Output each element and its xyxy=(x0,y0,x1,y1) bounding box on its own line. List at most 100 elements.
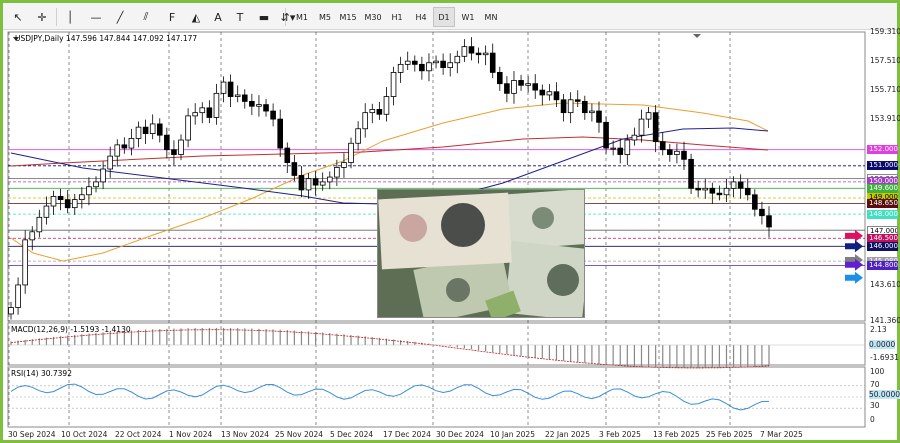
candle[interactable] xyxy=(511,80,517,94)
candle[interactable] xyxy=(199,107,206,114)
candle[interactable] xyxy=(759,208,765,217)
candle[interactable] xyxy=(156,123,163,136)
candle[interactable] xyxy=(419,63,425,72)
candle[interactable] xyxy=(567,99,574,114)
candle[interactable] xyxy=(319,181,326,186)
candle[interactable] xyxy=(348,142,354,163)
candle[interactable] xyxy=(142,126,149,134)
candle[interactable] xyxy=(206,107,213,118)
candle[interactable] xyxy=(497,72,503,85)
candle[interactable] xyxy=(355,128,361,144)
candle[interactable] xyxy=(617,147,624,155)
candle[interactable] xyxy=(121,144,128,149)
candle[interactable] xyxy=(185,115,191,141)
candle[interactable] xyxy=(667,149,673,155)
candle[interactable] xyxy=(659,141,666,151)
candle[interactable] xyxy=(362,112,369,130)
candle[interactable] xyxy=(560,99,567,114)
candle[interactable] xyxy=(192,112,198,117)
candle[interactable] xyxy=(8,307,14,315)
candle[interactable] xyxy=(107,155,113,170)
candle[interactable] xyxy=(71,199,78,209)
candle[interactable] xyxy=(652,112,659,143)
candle[interactable] xyxy=(454,55,461,64)
candle[interactable] xyxy=(525,83,531,86)
candle[interactable] xyxy=(149,123,156,134)
candle[interactable] xyxy=(36,216,43,233)
candle[interactable] xyxy=(15,284,21,308)
candle[interactable] xyxy=(645,112,652,120)
candle[interactable] xyxy=(213,92,220,118)
candle[interactable] xyxy=(433,60,439,64)
candle[interactable] xyxy=(638,118,645,136)
candle[interactable] xyxy=(695,187,701,191)
candle[interactable] xyxy=(326,176,333,183)
candle[interactable] xyxy=(128,138,135,149)
candle[interactable] xyxy=(723,187,730,196)
candle[interactable] xyxy=(624,139,631,155)
candle[interactable] xyxy=(135,126,142,139)
candle[interactable] xyxy=(411,60,418,65)
candle[interactable] xyxy=(383,96,390,115)
candle[interactable] xyxy=(603,121,609,149)
candle[interactable] xyxy=(334,167,340,178)
candle[interactable] xyxy=(468,46,475,54)
candle[interactable] xyxy=(305,178,312,191)
candle[interactable] xyxy=(79,194,85,201)
candle[interactable] xyxy=(489,52,496,73)
candle[interactable] xyxy=(43,205,50,218)
candle[interactable] xyxy=(709,187,716,194)
candle[interactable] xyxy=(178,139,184,155)
candle[interactable] xyxy=(277,118,283,149)
candle[interactable] xyxy=(737,181,744,189)
candle[interactable] xyxy=(29,231,36,241)
candle[interactable] xyxy=(518,80,524,86)
candle[interactable] xyxy=(546,91,553,96)
candle[interactable] xyxy=(397,63,404,73)
candle[interactable] xyxy=(674,150,680,155)
candle[interactable] xyxy=(298,175,305,191)
candle[interactable] xyxy=(341,162,347,168)
candle[interactable] xyxy=(50,195,57,207)
candle[interactable] xyxy=(93,181,99,188)
candle[interactable] xyxy=(164,134,170,151)
candle[interactable] xyxy=(220,81,227,94)
candle[interactable] xyxy=(284,147,291,163)
candle[interactable] xyxy=(57,195,64,201)
candle[interactable] xyxy=(404,60,411,65)
candle[interactable] xyxy=(86,186,92,196)
candle[interactable] xyxy=(100,168,106,183)
candle[interactable] xyxy=(227,81,234,97)
candle[interactable] xyxy=(589,110,595,114)
candle[interactable] xyxy=(291,162,298,176)
candle[interactable] xyxy=(114,144,121,157)
candle[interactable] xyxy=(390,72,397,97)
candle[interactable] xyxy=(752,194,758,210)
candle[interactable] xyxy=(369,109,376,114)
candle[interactable] xyxy=(256,104,262,107)
candle[interactable] xyxy=(22,239,28,286)
candle[interactable] xyxy=(504,83,510,94)
candle[interactable] xyxy=(539,89,546,96)
candle[interactable] xyxy=(730,181,737,189)
candle[interactable] xyxy=(681,150,687,160)
candle[interactable] xyxy=(688,158,694,189)
candle[interactable] xyxy=(64,199,71,209)
candle[interactable] xyxy=(482,52,489,56)
candle[interactable] xyxy=(440,60,446,68)
candle[interactable] xyxy=(582,100,588,114)
candle[interactable] xyxy=(766,215,772,228)
candle[interactable] xyxy=(574,99,581,102)
candle[interactable] xyxy=(631,134,638,141)
candle[interactable] xyxy=(263,104,269,112)
candle[interactable] xyxy=(249,100,255,107)
candle[interactable] xyxy=(475,52,482,56)
candle[interactable] xyxy=(312,178,319,186)
candle[interactable] xyxy=(426,62,432,72)
candle[interactable] xyxy=(270,110,276,120)
candle[interactable] xyxy=(702,187,709,191)
candle[interactable] xyxy=(447,62,454,68)
candle[interactable] xyxy=(461,46,468,57)
candle[interactable] xyxy=(241,94,248,102)
candle[interactable] xyxy=(610,147,616,150)
